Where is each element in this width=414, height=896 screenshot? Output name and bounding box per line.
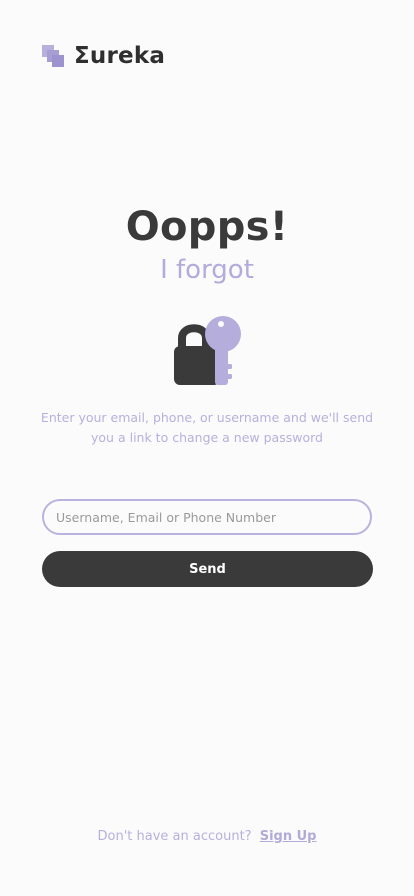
identifier-input[interactable] <box>42 499 372 535</box>
lock-and-key-icon <box>174 316 241 385</box>
signup-prompt-text: Don't have an account? <box>97 829 252 844</box>
page-subtitle: I forgot <box>160 255 254 285</box>
page-title: Oopps! <box>125 204 289 250</box>
instructions-text: Enter your email, phone, or username and… <box>40 410 374 445</box>
layered-squares-icon <box>42 45 64 67</box>
signup-prompt: Don't have an account? Sign Up <box>0 829 414 844</box>
send-button[interactable]: Send <box>42 551 373 587</box>
app-header: Ʃureka <box>42 40 165 72</box>
app-name: Ʃureka <box>74 43 166 69</box>
signup-link[interactable]: Sign Up <box>260 829 317 844</box>
